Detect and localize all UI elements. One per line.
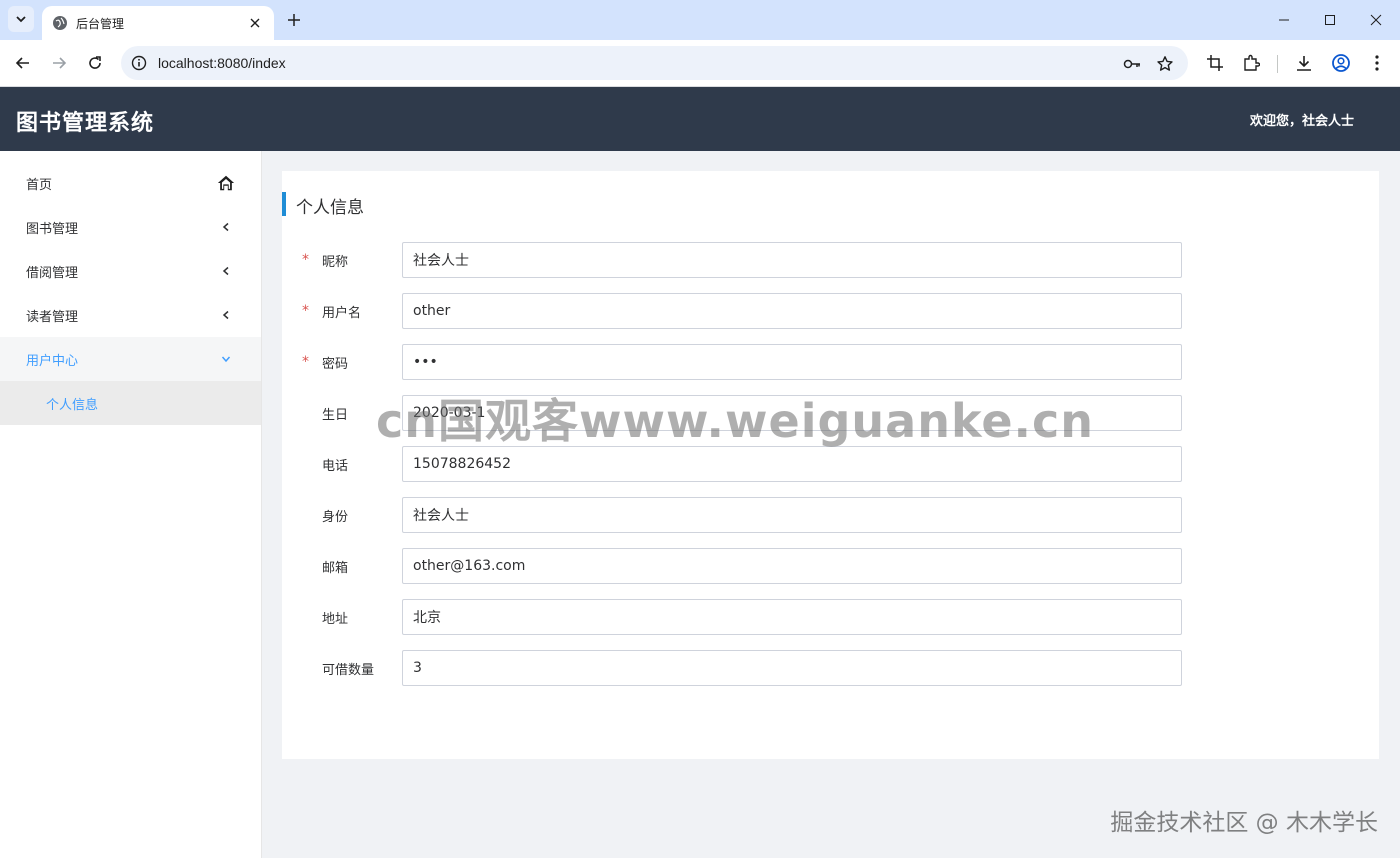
new-tab-button[interactable]: [283, 9, 305, 31]
app-title: 图书管理系统: [16, 111, 155, 136]
username-input[interactable]: [402, 293, 1182, 329]
maximize-button[interactable]: [1318, 8, 1342, 32]
close-icon: [1370, 14, 1382, 26]
app-header: 图书管理系统 欢迎您，社会人士: [0, 87, 1400, 151]
field-label: 用户名: [322, 306, 362, 321]
borrow-limit-input[interactable]: [402, 650, 1182, 686]
url-text: localhost:8080/index: [158, 55, 286, 71]
back-button[interactable]: [11, 51, 35, 75]
form-row-address: 地址: [282, 599, 1379, 635]
field-label: 密码: [322, 357, 349, 372]
phone-input[interactable]: [402, 446, 1182, 482]
profile-icon[interactable]: [1330, 52, 1352, 74]
star-icon[interactable]: [1155, 54, 1175, 74]
watermark-corner: 掘金技术社区 @ 木木学长: [1110, 810, 1378, 836]
field-label: 身份: [322, 510, 349, 525]
required-mark: *: [302, 354, 309, 370]
tab-title: 后台管理: [76, 16, 125, 31]
crop-icon[interactable]: [1204, 52, 1226, 74]
sidebar-item-label: 首页: [26, 177, 53, 193]
chevron-down-icon: [217, 350, 235, 368]
field-label: 昵称: [322, 255, 349, 270]
minimize-icon: [1279, 19, 1289, 21]
reload-button[interactable]: [83, 51, 107, 75]
field-label: 可借数量: [322, 663, 375, 678]
globe-icon: [52, 15, 68, 31]
chevron-left-icon: [217, 218, 235, 236]
email-input[interactable]: [402, 548, 1182, 584]
form-row-identity: 身份: [282, 497, 1379, 533]
chevron-left-icon: [217, 262, 235, 280]
tab-search-button[interactable]: [8, 6, 34, 32]
arrow-right-icon: [53, 57, 67, 69]
profile-card: 个人信息 * 昵称 * 用户名 * 密码 生日 电话 身份 邮箱 地址 可借数量: [282, 171, 1379, 759]
title-accent-bar: [282, 192, 286, 216]
form-row-phone: 电话: [282, 446, 1379, 482]
form-row-borrow-limit: 可借数量: [282, 650, 1379, 686]
arrow-left-icon: [15, 57, 29, 69]
field-label: 地址: [322, 612, 349, 627]
sidebar-item-label: 图书管理: [26, 221, 79, 237]
minimize-button[interactable]: [1272, 8, 1296, 32]
close-window-button[interactable]: [1364, 8, 1388, 32]
field-label: 生日: [322, 408, 349, 423]
address-input[interactable]: [402, 599, 1182, 635]
required-mark: *: [302, 252, 309, 268]
sidebar-item-label: 个人信息: [46, 397, 99, 413]
identity-input[interactable]: [402, 497, 1182, 533]
site-info-icon[interactable]: [131, 55, 147, 71]
sidebar-item-borrow[interactable]: 借阅管理: [0, 249, 261, 293]
sidebar: 首页 图书管理 借阅管理 读者管理 用户中心 个人信息: [0, 151, 262, 858]
sidebar-item-label: 借阅管理: [26, 265, 79, 281]
sidebar-item-label: 读者管理: [26, 309, 79, 325]
reload-icon: [89, 56, 101, 69]
toolbar-divider: [1277, 55, 1278, 73]
form-row-password: * 密码: [282, 344, 1379, 380]
form-row-nickname: * 昵称: [282, 242, 1379, 278]
browser-tab[interactable]: 后台管理: [42, 6, 274, 40]
sidebar-item-readers[interactable]: 读者管理: [0, 293, 261, 337]
form-row-username: * 用户名: [282, 293, 1379, 329]
form-row-email: 邮箱: [282, 548, 1379, 584]
sidebar-item-label: 用户中心: [26, 353, 79, 369]
download-icon[interactable]: [1293, 52, 1315, 74]
field-label: 电话: [322, 459, 349, 474]
field-label: 邮箱: [322, 561, 349, 576]
address-bar[interactable]: localhost:8080/index: [121, 46, 1188, 80]
welcome-text: 欢迎您，社会人士: [1249, 114, 1354, 129]
chevron-left-icon: [217, 306, 235, 324]
forward-button[interactable]: [47, 51, 71, 75]
close-tab-icon[interactable]: [246, 14, 264, 32]
key-icon[interactable]: [1122, 54, 1142, 74]
browser-toolbar: localhost:8080/index: [0, 40, 1400, 87]
sidebar-item-user-center[interactable]: 用户中心: [0, 337, 261, 381]
chevron-down-icon: [16, 16, 26, 23]
sidebar-item-home[interactable]: 首页: [0, 161, 261, 205]
maximize-icon: [1325, 15, 1335, 25]
sidebar-item-profile[interactable]: 个人信息: [0, 381, 261, 425]
plus-icon: [288, 14, 300, 26]
required-mark: *: [302, 303, 309, 319]
extensions-icon[interactable]: [1240, 52, 1262, 74]
nickname-input[interactable]: [402, 242, 1182, 278]
card-title: 个人信息: [296, 198, 364, 218]
sidebar-item-books[interactable]: 图书管理: [0, 205, 261, 249]
more-menu-icon[interactable]: [1366, 52, 1388, 74]
browser-tabstrip: 后台管理: [0, 0, 1400, 40]
watermark-center: cn国观客www.weiguanke.cn: [376, 394, 1095, 448]
password-input[interactable]: [402, 344, 1182, 380]
home-icon: [217, 174, 235, 192]
